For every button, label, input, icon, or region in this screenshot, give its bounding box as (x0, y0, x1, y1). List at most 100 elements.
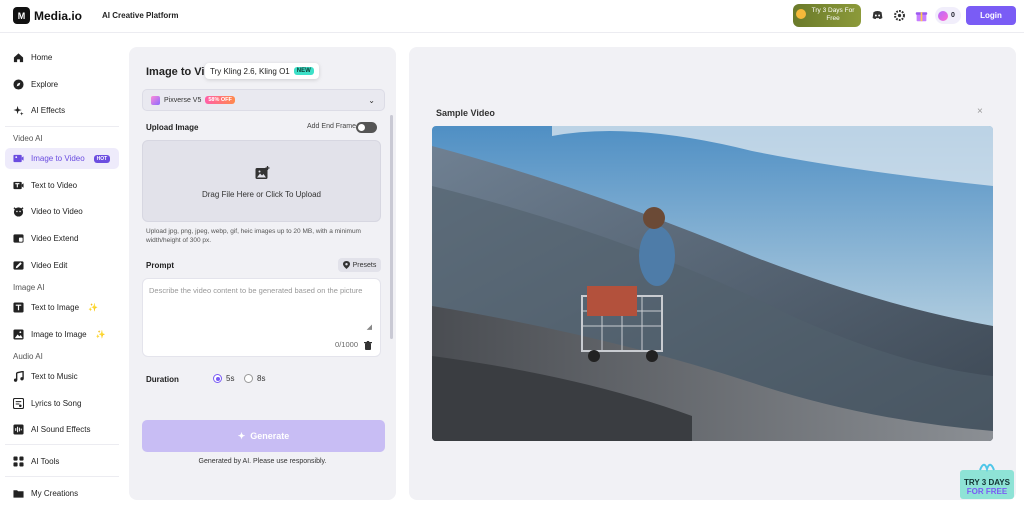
presets-button[interactable]: Presets (338, 258, 381, 272)
sidebar-item-lyrics-to-song[interactable]: Lyrics to Song (5, 393, 119, 414)
text-image-icon (13, 302, 24, 313)
grid-icon (13, 456, 24, 467)
duration-option-label: 5s (226, 374, 235, 383)
discount-badge: 58% OFF (205, 96, 235, 104)
sample-video-title: Sample Video (436, 108, 495, 118)
presets-label: Presets (352, 261, 377, 269)
sidebar-item-image-to-image[interactable]: Image to Image ✨ (5, 324, 119, 345)
sidebar-item-explore[interactable]: Explore (5, 74, 119, 95)
model-tooltip[interactable]: Try Kling 2.6, Kling O1 NEW (205, 63, 319, 79)
platform-label[interactable]: AI Creative Platform (102, 11, 178, 20)
sidebar-item-label: Text to Music (31, 372, 78, 381)
sidebar-item-ai-tools[interactable]: AI Tools (5, 451, 119, 472)
sidebar-item-home[interactable]: Home (5, 47, 119, 68)
sidebar-item-label: Video Edit (31, 261, 68, 270)
prompt-placeholder: Describe the video content to be generat… (149, 286, 363, 295)
sidebar: Home Explore AI Effects Video AI Image t… (0, 34, 124, 511)
music-note-icon (13, 371, 24, 382)
new-badge: NEW (293, 67, 314, 75)
close-icon[interactable]: × (977, 106, 983, 117)
sparkles-icon (13, 105, 24, 116)
sidebar-item-label: AI Tools (31, 457, 60, 466)
try-free-corner-badge[interactable]: TRY 3 DAYS FOR FREE (958, 460, 1016, 499)
model-select[interactable]: Pixverse V5 58% OFF ⌄ (142, 89, 385, 111)
sidebar-divider (5, 476, 119, 477)
sidebar-item-image-to-video[interactable]: Image to Video HOT (5, 148, 119, 169)
credits-badge[interactable]: 0 (935, 7, 961, 24)
model-name: Pixverse V5 (164, 96, 202, 104)
discord-icon[interactable] (871, 9, 884, 22)
image-upload-icon (255, 166, 270, 179)
panel-title: Image to Vi (146, 66, 205, 78)
credits-count: 0 (951, 12, 955, 19)
logo-text[interactable]: Media.io (34, 9, 82, 23)
try-free-banner[interactable]: Try 3 Days For Free (793, 4, 861, 27)
trash-icon[interactable] (364, 341, 372, 350)
corner-promo-line1: TRY 3 DAYS (964, 478, 1011, 487)
sidebar-item-text-to-music[interactable]: Text to Music (5, 366, 119, 387)
sidebar-item-label: Text to Video (31, 181, 78, 190)
model-logo-icon (151, 95, 160, 105)
end-frame-toggle[interactable] (356, 122, 377, 133)
gift-box-icon[interactable] (915, 9, 928, 22)
sidebar-item-label: Text to Image (31, 303, 80, 312)
duration-label: Duration (146, 375, 179, 384)
generate-label: Generate (250, 431, 290, 441)
sparkle-icon: ✨ (95, 330, 106, 339)
sparkle-icon: ✨ (88, 303, 98, 312)
face-video-icon (13, 207, 24, 217)
home-icon (13, 53, 24, 63)
top-bar: M Media.io AI Creative Platform Try 3 Da… (0, 0, 1024, 33)
upload-label: Upload Image (146, 123, 199, 132)
sidebar-item-label: My Creations (31, 489, 79, 498)
section-label-audio-ai: Audio AI (13, 352, 43, 361)
upload-hint: Upload jpg, png, jpeg, webp, gif, heic i… (146, 228, 361, 244)
sidebar-item-label: Video Extend (31, 234, 79, 243)
ai-disclaimer: Generated by AI. Please use responsibly. (198, 458, 327, 465)
sound-wave-icon (13, 424, 24, 435)
gear-icon[interactable] (893, 9, 906, 22)
generation-panel: Image to Vi Try Kling 2.6, Kling O1 NEW … (129, 47, 396, 500)
panel-scrollbar[interactable] (390, 115, 393, 339)
lyrics-icon (13, 398, 24, 409)
sidebar-item-ai-effects[interactable]: AI Effects (5, 100, 119, 121)
login-button[interactable]: Login (966, 6, 1016, 25)
sidebar-divider (5, 444, 119, 445)
credit-coin-icon (938, 10, 948, 21)
radio-dot (213, 374, 222, 383)
sidebar-item-label: Image to Image (31, 330, 87, 339)
duration-option-5s[interactable]: 5s (213, 374, 234, 383)
sidebar-item-label: Lyrics to Song (31, 399, 82, 408)
pin-icon (342, 261, 350, 269)
sample-panel: Sample Video × (409, 47, 1016, 500)
sidebar-divider (5, 126, 119, 127)
duration-option-8s[interactable]: 8s (244, 374, 265, 383)
end-frame-label: Add End Frame (307, 123, 357, 130)
resize-handle-icon[interactable]: ◢ (367, 323, 372, 331)
tooltip-text: Try Kling 2.6, Kling O1 (210, 66, 290, 76)
sidebar-item-label: AI Sound Effects (31, 425, 91, 434)
prompt-label: Prompt (146, 261, 174, 270)
sidebar-item-text-to-video[interactable]: Text to Video (5, 175, 119, 196)
sidebar-item-text-to-image[interactable]: Text to Image ✨ (5, 297, 119, 318)
sidebar-item-video-to-video[interactable]: Video to Video (5, 201, 119, 222)
corner-promo-line2: FOR FREE (967, 487, 1008, 496)
char-count: 0/1000 (335, 340, 358, 349)
duration-option-label: 8s (257, 374, 266, 383)
logo-icon[interactable]: M (13, 7, 30, 24)
sample-video-frame (432, 126, 993, 441)
sidebar-item-label: Explore (31, 80, 59, 89)
sidebar-item-label: Image to Video (31, 154, 85, 163)
sidebar-item-ai-sound-effects[interactable]: AI Sound Effects (5, 419, 119, 440)
video-edit-icon (13, 261, 24, 270)
sample-video[interactable] (432, 126, 993, 441)
generate-button[interactable]: ✦ Generate (142, 420, 385, 452)
sidebar-item-video-edit[interactable]: Video Edit (5, 255, 119, 276)
text-video-icon (13, 181, 24, 190)
prompt-textarea[interactable]: Describe the video content to be generat… (142, 278, 381, 357)
upload-dropzone[interactable]: Drag File Here or Click To Upload (142, 140, 381, 222)
sidebar-item-video-extend[interactable]: Video Extend (5, 228, 119, 249)
sparkle-icon: ✦ (237, 430, 246, 441)
promo-text: Try 3 Days For Free (811, 7, 855, 22)
sidebar-item-my-creations[interactable]: My Creations (5, 483, 119, 504)
